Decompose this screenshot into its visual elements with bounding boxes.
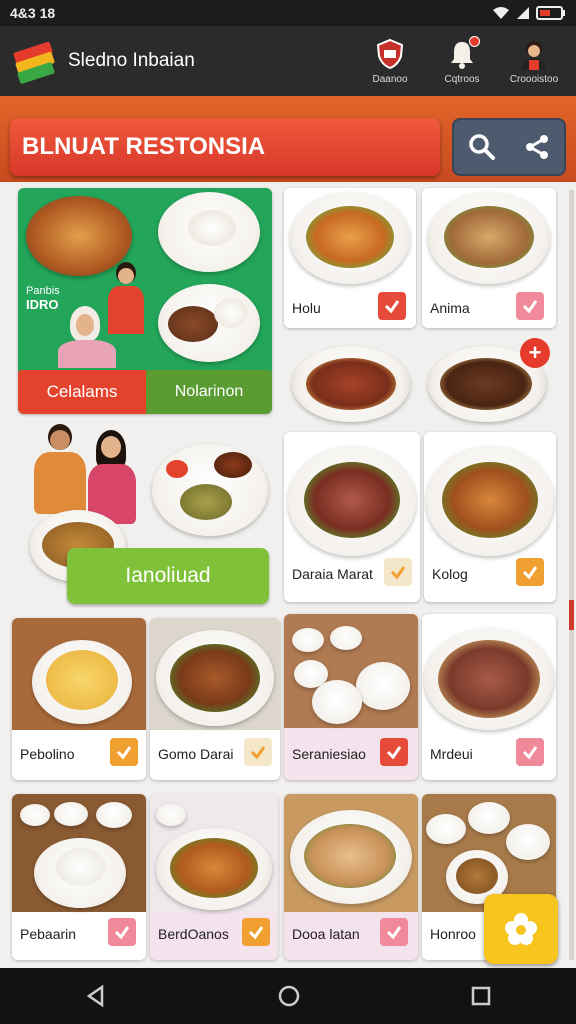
nav-label-croooistoo: Croooistoo	[509, 73, 559, 85]
recents-icon[interactable]	[470, 985, 492, 1007]
menu-card-anima[interactable]: Anima	[422, 188, 556, 328]
nav-label-cqtroos: Cqtroos	[444, 73, 480, 85]
shield-icon	[374, 38, 406, 70]
menu-card-holu[interactable]: Holu	[284, 188, 416, 328]
menu-card-kolog[interactable]: Kolog	[424, 432, 556, 602]
status-time: 4&3 18	[10, 5, 56, 21]
feature-button-label: Ianoliuad	[125, 564, 211, 587]
check-icon-dooa-latan[interactable]	[380, 918, 408, 946]
check-icon-seraniesiao[interactable]	[380, 738, 408, 766]
menu-card-dooa-latan[interactable]: Dooa latan	[284, 794, 418, 960]
app-logo-icon	[12, 39, 56, 85]
woman-praying-image	[106, 262, 146, 334]
check-icon-kolog[interactable]	[516, 558, 544, 586]
status-bar: 4&3 18	[0, 0, 576, 26]
menu-card-mrdeui[interactable]: Mrdeui	[422, 614, 556, 780]
signal-icon	[517, 7, 529, 19]
item-label-pebaarin: Pebaarin	[20, 926, 77, 942]
flower-icon	[505, 913, 537, 945]
check-icon-pebolino[interactable]	[110, 738, 138, 766]
check-icon-pebaarin[interactable]	[108, 918, 136, 946]
item-label-anima: Anima	[430, 300, 470, 316]
menu-card-pebaarin[interactable]: Pebaarin	[12, 794, 146, 960]
notification-badge	[469, 35, 480, 47]
nolarinon-button[interactable]: Nolarinon	[146, 370, 272, 414]
chef-avatar-icon	[518, 38, 550, 70]
floating-action-button[interactable]	[484, 894, 558, 964]
item-label-gomo-darai: Gomo Darai	[158, 746, 234, 762]
search-icon[interactable]	[468, 133, 496, 161]
back-icon[interactable]	[84, 984, 108, 1008]
menu-card-pebolino[interactable]: Pebolino	[12, 618, 146, 780]
scrollbar-thumb[interactable]	[569, 600, 574, 630]
bell-icon	[446, 35, 480, 70]
check-icon-mrdeui[interactable]	[516, 738, 544, 766]
action-group	[452, 118, 566, 176]
menu-card-daraia-marat[interactable]: Daraia Marat	[284, 432, 420, 602]
item-label-mrdeui: Mrdeui	[430, 746, 473, 762]
nav-item-daanoo[interactable]: Daanoo	[360, 38, 420, 85]
nav-label-daanoo: Daanoo	[372, 73, 408, 85]
check-icon-daraia-marat[interactable]	[384, 558, 412, 586]
home-icon[interactable]	[277, 984, 301, 1008]
feature-button[interactable]: Ianoliuad	[67, 548, 269, 604]
check-icon-anima[interactable]	[516, 292, 544, 320]
item-label-seraniesiao: Seraniesiao	[292, 746, 366, 762]
item-label-daraia-marat: Daraia Marat	[292, 566, 373, 582]
item-label-honroo: Honroo	[430, 926, 476, 942]
menu-card-berdoanos[interactable]: BerdOanos	[150, 794, 278, 960]
item-label-pebolino: Pebolino	[20, 746, 75, 762]
scrollbar[interactable]	[569, 190, 574, 960]
item-label-dooa-latan: Dooa latan	[292, 926, 360, 942]
nolarinon-label: Nolarinon	[174, 383, 244, 400]
item-label-kolog: Kolog	[432, 566, 468, 582]
check-icon-berdoanos[interactable]	[242, 918, 270, 946]
menu-card-seraniesiao[interactable]: Seraniesiao	[284, 614, 418, 780]
celalams-label: Celalams	[46, 382, 118, 401]
add-button[interactable]: +	[520, 338, 550, 368]
check-icon-gomo-darai[interactable]	[244, 738, 272, 766]
check-icon-holu[interactable]	[378, 292, 406, 320]
nav-item-cqtroos[interactable]: Cqtroos	[432, 35, 492, 85]
share-icon[interactable]	[523, 133, 551, 161]
menu-card-gomo-darai[interactable]: Gomo Darai	[150, 618, 280, 780]
wifi-icon	[493, 7, 509, 19]
item-label-berdoanos: BerdOanos	[158, 926, 229, 942]
item-label-holu: Holu	[292, 300, 321, 316]
promo-side-text-1: Panbis	[26, 285, 60, 297]
battery-icon	[536, 6, 565, 20]
celalams-button[interactable]: Celalams	[18, 370, 146, 414]
system-nav-bar	[0, 968, 576, 1024]
restaurant-banner: BLNUAT RESTONSIA	[10, 118, 440, 176]
man-image	[32, 424, 88, 524]
app-bar: Sledno Inbaian Daanoo Cqtroos Croooistoo	[0, 26, 576, 96]
feature-card: Ianoliuad	[18, 418, 274, 614]
banner-title: BLNUAT RESTONSIA	[22, 133, 266, 160]
promo-card: Panbis IDRO Celalams Nolarinon	[18, 188, 272, 414]
status-icons	[492, 6, 566, 20]
promo-side-text-2: IDRO	[26, 297, 59, 312]
menu-grid: Panbis IDRO Celalams Nolarinon Ianoliuad…	[0, 182, 576, 968]
promo-side-text: Panbis IDRO	[26, 284, 60, 312]
app-title: Sledno Inbaian	[68, 50, 195, 71]
nav-item-croooistoo[interactable]: Croooistoo	[504, 38, 564, 85]
